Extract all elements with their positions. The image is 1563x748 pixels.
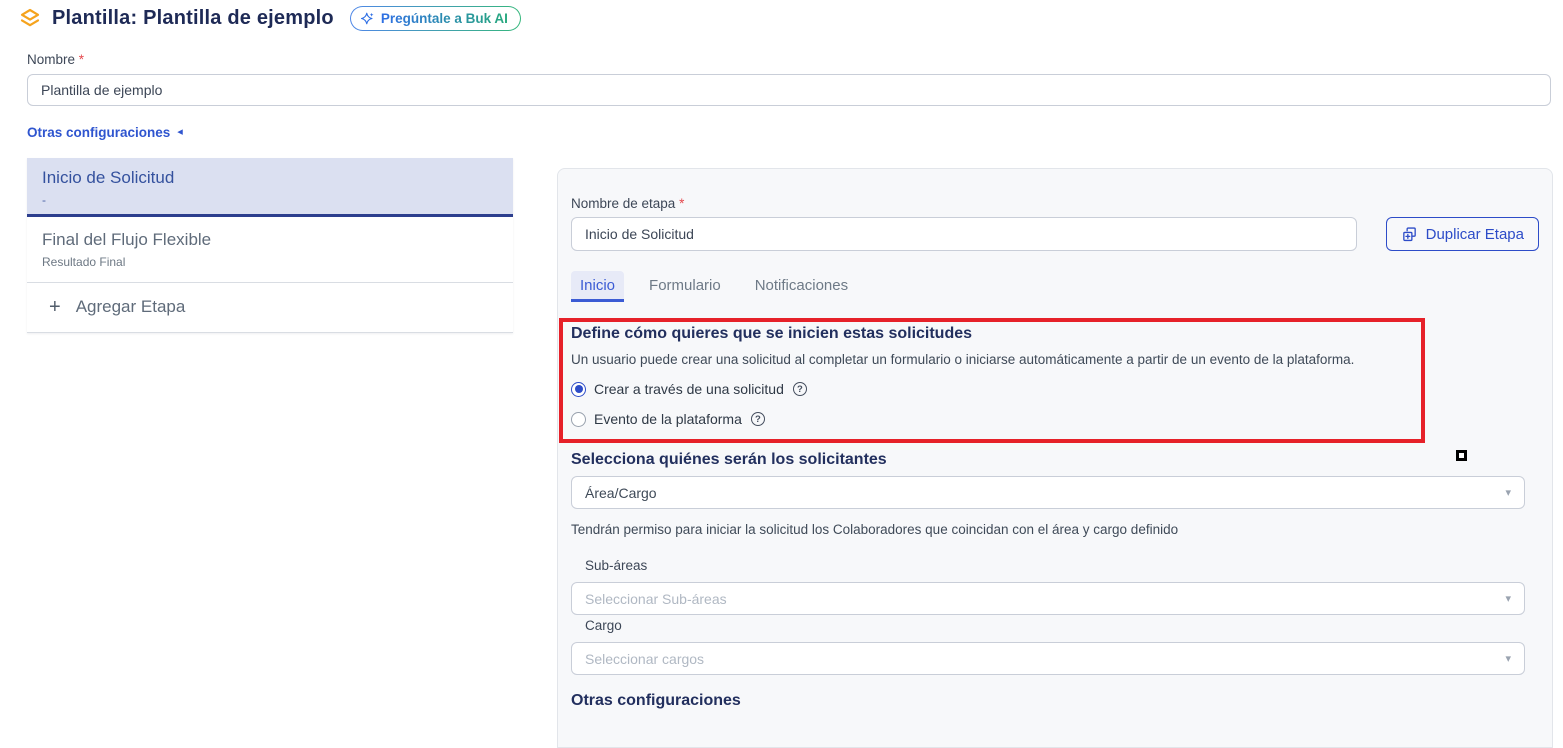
requesters-section-title: Selecciona quiénes serán los solicitante… bbox=[571, 451, 1539, 469]
ask-buk-ai-button[interactable]: Pregúntale a Buk AI bbox=[350, 6, 521, 31]
duplicate-stage-label: Duplicar Etapa bbox=[1426, 226, 1524, 243]
start-section-title: Define cómo quieres que se inicien estas… bbox=[571, 325, 1411, 343]
stage-item-inicio-de-solicitud[interactable]: Inicio de Solicitud - bbox=[27, 158, 513, 217]
add-stage-button[interactable]: + Agregar Etapa bbox=[27, 283, 513, 333]
start-section-description: Un usuario puede crear una solicitud al … bbox=[571, 352, 1411, 367]
radio-option-label: Evento de la plataforma bbox=[594, 411, 742, 427]
stage-item-subtitle: Resultado Final bbox=[42, 255, 498, 269]
subareas-select[interactable]: Seleccionar Sub-áreas ▾ bbox=[571, 582, 1525, 615]
stage-item-subtitle: - bbox=[42, 193, 498, 207]
radio-option-crear-solicitud[interactable]: Crear a través de una solicitud ? bbox=[571, 381, 1411, 397]
add-stage-label: Agregar Etapa bbox=[76, 297, 186, 317]
help-question-icon[interactable]: ? bbox=[793, 382, 807, 396]
cargo-label: Cargo bbox=[585, 618, 1539, 633]
other-configurations-link[interactable]: Otras configuraciones ◂ bbox=[27, 125, 183, 140]
duplicate-icon bbox=[1401, 226, 1418, 243]
radio-selected-icon[interactable] bbox=[571, 382, 586, 397]
duplicate-stage-button[interactable]: Duplicar Etapa bbox=[1386, 217, 1539, 251]
annotation-resize-handle bbox=[1456, 450, 1467, 461]
tab-notificaciones[interactable]: Notificaciones bbox=[746, 271, 857, 302]
chevron-down-icon: ▾ bbox=[1505, 652, 1511, 665]
stage-item-title: Inicio de Solicitud bbox=[42, 167, 498, 189]
radio-option-evento-plataforma[interactable]: Evento de la plataforma ? bbox=[571, 411, 1411, 427]
radio-option-label: Crear a través de una solicitud bbox=[594, 381, 784, 397]
stage-list: Inicio de Solicitud - Final del Flujo Fl… bbox=[27, 158, 513, 333]
stage-name-input[interactable] bbox=[571, 217, 1357, 251]
stage-config-card: Nombre de etapa * Duplicar Etapa Inicio … bbox=[557, 168, 1553, 748]
layers-icon bbox=[18, 7, 42, 31]
page-header: Plantilla: Plantilla de ejemplo Pregúnta… bbox=[18, 6, 521, 31]
template-name-input[interactable] bbox=[27, 74, 1551, 106]
requester-type-value: Área/Cargo bbox=[585, 485, 657, 501]
stage-name-label: Nombre de etapa * bbox=[571, 196, 1539, 211]
stage-tabs: Inicio Formulario Notificaciones bbox=[571, 271, 1539, 302]
plus-icon: + bbox=[42, 297, 61, 317]
help-question-icon[interactable]: ? bbox=[751, 412, 765, 426]
ask-buk-ai-label: Pregúntale a Buk AI bbox=[381, 11, 508, 26]
required-asterisk: * bbox=[79, 52, 84, 67]
cargo-placeholder: Seleccionar cargos bbox=[585, 651, 704, 667]
tab-formulario[interactable]: Formulario bbox=[640, 271, 730, 302]
chevron-left-icon: ◂ bbox=[177, 127, 183, 138]
stage-item-final-del-flujo[interactable]: Final del Flujo Flexible Resultado Final bbox=[27, 217, 513, 283]
chevron-down-icon: ▾ bbox=[1505, 592, 1511, 605]
subareas-placeholder: Seleccionar Sub-áreas bbox=[585, 591, 727, 607]
cargo-select[interactable]: Seleccionar cargos ▾ bbox=[571, 642, 1525, 675]
subareas-label: Sub-áreas bbox=[585, 558, 1539, 573]
other-configurations-title: Otras configuraciones bbox=[571, 692, 1539, 710]
tab-inicio[interactable]: Inicio bbox=[571, 271, 624, 302]
required-asterisk: * bbox=[679, 196, 684, 211]
radio-unselected-icon[interactable] bbox=[571, 412, 586, 427]
chevron-down-icon: ▾ bbox=[1505, 486, 1511, 499]
template-name-label: Nombre * bbox=[27, 52, 84, 67]
requesters-helper-text: Tendrán permiso para iniciar la solicitu… bbox=[571, 522, 1539, 537]
stage-item-title: Final del Flujo Flexible bbox=[42, 229, 498, 251]
annotation-rectangle: Define cómo quieres que se inicien estas… bbox=[559, 318, 1425, 443]
page-title: Plantilla: Plantilla de ejemplo bbox=[52, 7, 334, 30]
sparkle-icon bbox=[360, 11, 375, 26]
requester-type-select[interactable]: Área/Cargo ▾ bbox=[571, 476, 1525, 509]
